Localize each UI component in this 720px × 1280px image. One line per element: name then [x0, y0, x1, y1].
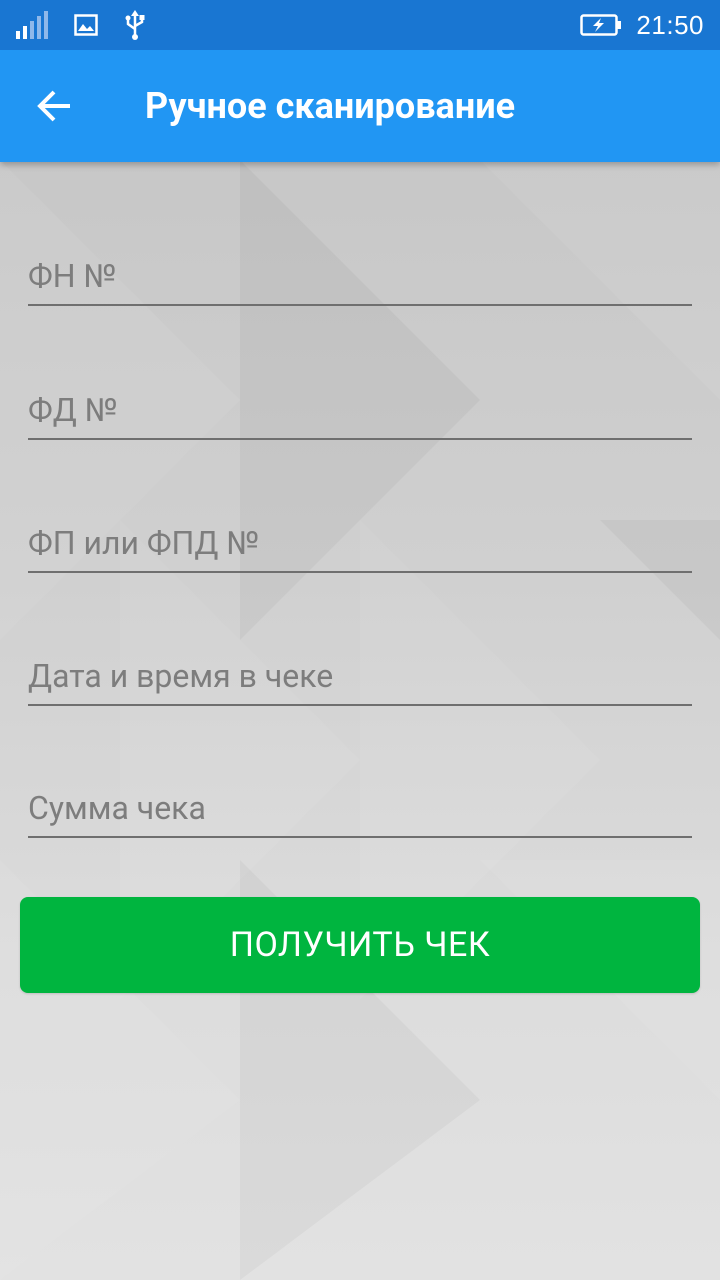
arrow-back-icon	[36, 88, 72, 124]
status-bar: 21:50	[0, 0, 720, 50]
fn-number-field	[28, 246, 692, 306]
battery-charging-icon	[580, 13, 622, 37]
manual-scan-form: ПОЛУЧИТЬ ЧЕК	[0, 0, 720, 1280]
get-receipt-button[interactable]: ПОЛУЧИТЬ ЧЕК	[20, 897, 700, 993]
receipt-sum-input[interactable]	[28, 784, 692, 832]
receipt-datetime-input[interactable]	[28, 652, 692, 700]
app-bar: Ручное сканирование	[0, 50, 720, 162]
fd-number-input[interactable]	[28, 386, 692, 434]
receipt-datetime-field	[28, 646, 692, 706]
usb-icon	[124, 10, 146, 40]
status-time: 21:50	[636, 9, 704, 40]
fp-number-field	[28, 513, 692, 573]
fp-number-input[interactable]	[28, 519, 692, 567]
screen: 21:50 Ручное сканирование ФН № ФД № ФП и…	[0, 0, 720, 1280]
signal-icon	[16, 11, 48, 39]
fd-number-field	[28, 380, 692, 440]
back-button[interactable]	[22, 78, 86, 134]
receipt-sum-field	[28, 778, 692, 838]
image-icon	[74, 14, 98, 36]
fn-number-input[interactable]	[28, 252, 692, 300]
page-title: Ручное сканирование	[145, 85, 516, 127]
